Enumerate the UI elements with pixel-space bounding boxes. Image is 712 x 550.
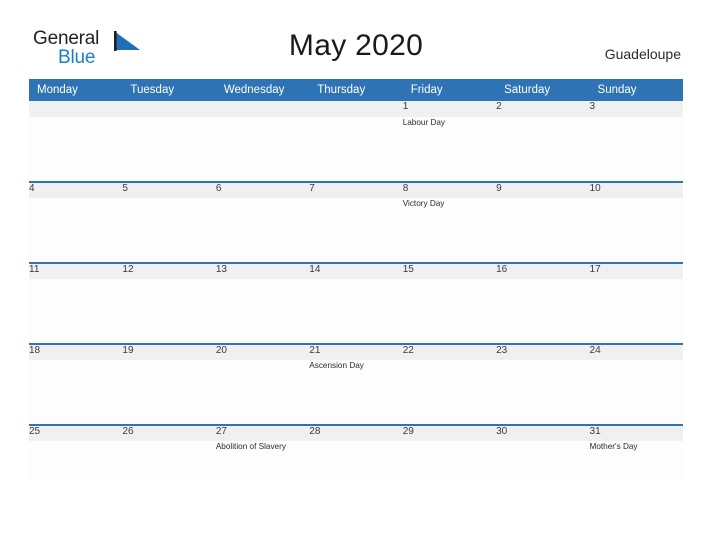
date-cell[interactable]: 21 xyxy=(309,343,403,360)
date-cell[interactable]: 14 xyxy=(309,262,403,279)
event-cell[interactable] xyxy=(29,360,123,425)
date-cell[interactable]: 11 xyxy=(29,262,123,279)
event-cell[interactable]: Victory Day xyxy=(402,198,497,263)
event-cell[interactable]: Labour Day xyxy=(402,117,497,182)
event-cell[interactable] xyxy=(122,441,216,479)
week-4-event-row: Ascension Day xyxy=(29,360,683,425)
weekday-header-row: Monday Tuesday Wednesday Thursday Friday… xyxy=(29,79,683,101)
weekday-header-wednesday: Wednesday xyxy=(215,79,310,101)
event-cell[interactable] xyxy=(309,441,403,479)
event-cell[interactable] xyxy=(309,117,403,182)
date-cell[interactable]: 23 xyxy=(496,343,590,360)
event-cell[interactable] xyxy=(215,360,310,425)
event-cell[interactable]: Ascension Day xyxy=(309,360,403,425)
date-cell[interactable]: 16 xyxy=(496,262,590,279)
week-5-event-row: Abolition of Slavery Mother's Day xyxy=(29,441,683,479)
week-1-date-row: 1 2 3 xyxy=(29,101,683,117)
date-cell[interactable] xyxy=(309,101,403,117)
weekday-header-monday: Monday xyxy=(29,79,123,101)
date-cell[interactable]: 6 xyxy=(215,181,310,198)
date-cell[interactable]: 19 xyxy=(122,343,216,360)
date-cell[interactable]: 25 xyxy=(29,424,123,441)
date-cell[interactable]: 27 xyxy=(215,424,310,441)
week-3-event-row xyxy=(29,279,683,344)
date-cell[interactable]: 2 xyxy=(496,101,590,117)
event-cell[interactable] xyxy=(122,360,216,425)
event-cell[interactable] xyxy=(29,117,123,182)
event-cell[interactable] xyxy=(496,198,590,263)
weekday-header-tuesday: Tuesday xyxy=(122,79,216,101)
event-cell[interactable] xyxy=(589,279,683,344)
week-2-date-row: 4 5 6 7 8 9 10 xyxy=(29,181,683,198)
week-4-date-row: 18 19 20 21 22 23 24 xyxy=(29,343,683,360)
date-cell[interactable]: 7 xyxy=(309,181,403,198)
date-cell[interactable]: 9 xyxy=(496,181,590,198)
weekday-header-friday: Friday xyxy=(402,79,497,101)
month-calendar: Monday Tuesday Wednesday Thursday Friday… xyxy=(29,79,683,479)
event-cell[interactable] xyxy=(215,117,310,182)
week-5-date-row: 25 26 27 28 29 30 31 xyxy=(29,424,683,441)
event-cell[interactable]: Mother's Day xyxy=(589,441,683,479)
week-2-event-row: Victory Day xyxy=(29,198,683,263)
page-header: General Blue May 2020 Guadeloupe xyxy=(0,0,712,76)
event-cell[interactable] xyxy=(29,279,123,344)
event-cell[interactable] xyxy=(496,360,590,425)
weekday-header-sunday: Sunday xyxy=(589,79,683,101)
event-cell[interactable] xyxy=(402,279,497,344)
date-cell[interactable]: 1 xyxy=(402,101,497,117)
date-cell[interactable]: 12 xyxy=(122,262,216,279)
date-cell[interactable]: 26 xyxy=(122,424,216,441)
event-cell[interactable] xyxy=(496,279,590,344)
event-cell[interactable] xyxy=(215,198,310,263)
date-cell[interactable] xyxy=(122,101,216,117)
date-cell[interactable]: 5 xyxy=(122,181,216,198)
date-cell[interactable]: 3 xyxy=(589,101,683,117)
event-cell[interactable] xyxy=(589,198,683,263)
date-cell[interactable] xyxy=(29,101,123,117)
date-cell[interactable]: 10 xyxy=(589,181,683,198)
date-cell[interactable]: 28 xyxy=(309,424,403,441)
event-cell[interactable] xyxy=(29,441,123,479)
event-cell[interactable] xyxy=(122,117,216,182)
date-cell[interactable]: 22 xyxy=(402,343,497,360)
event-cell[interactable] xyxy=(402,360,497,425)
event-cell[interactable] xyxy=(309,198,403,263)
date-cell[interactable]: 20 xyxy=(215,343,310,360)
event-cell[interactable] xyxy=(122,198,216,263)
calendar-page: General Blue May 2020 Guadeloupe Monday … xyxy=(0,0,712,550)
date-cell[interactable]: 17 xyxy=(589,262,683,279)
event-cell[interactable] xyxy=(402,441,497,479)
event-cell[interactable] xyxy=(215,279,310,344)
event-cell[interactable] xyxy=(29,198,123,263)
event-cell[interactable] xyxy=(589,360,683,425)
region-label: Guadeloupe xyxy=(604,46,681,62)
date-cell[interactable]: 18 xyxy=(29,343,123,360)
date-cell[interactable]: 8 xyxy=(402,181,497,198)
date-cell[interactable]: 30 xyxy=(496,424,590,441)
weekday-header-thursday: Thursday xyxy=(309,79,403,101)
event-cell[interactable]: Abolition of Slavery xyxy=(215,441,310,479)
week-3-date-row: 11 12 13 14 15 16 17 xyxy=(29,262,683,279)
date-cell[interactable]: 13 xyxy=(215,262,310,279)
date-cell[interactable]: 4 xyxy=(29,181,123,198)
date-cell[interactable]: 15 xyxy=(402,262,497,279)
date-cell[interactable]: 31 xyxy=(589,424,683,441)
week-1-event-row: Labour Day xyxy=(29,117,683,182)
date-cell[interactable]: 24 xyxy=(589,343,683,360)
event-cell[interactable] xyxy=(496,441,590,479)
event-cell[interactable] xyxy=(589,117,683,182)
event-cell[interactable] xyxy=(496,117,590,182)
weekday-header-saturday: Saturday xyxy=(496,79,590,101)
date-cell[interactable] xyxy=(215,101,310,117)
event-cell[interactable] xyxy=(309,279,403,344)
event-cell[interactable] xyxy=(122,279,216,344)
date-cell[interactable]: 29 xyxy=(402,424,497,441)
